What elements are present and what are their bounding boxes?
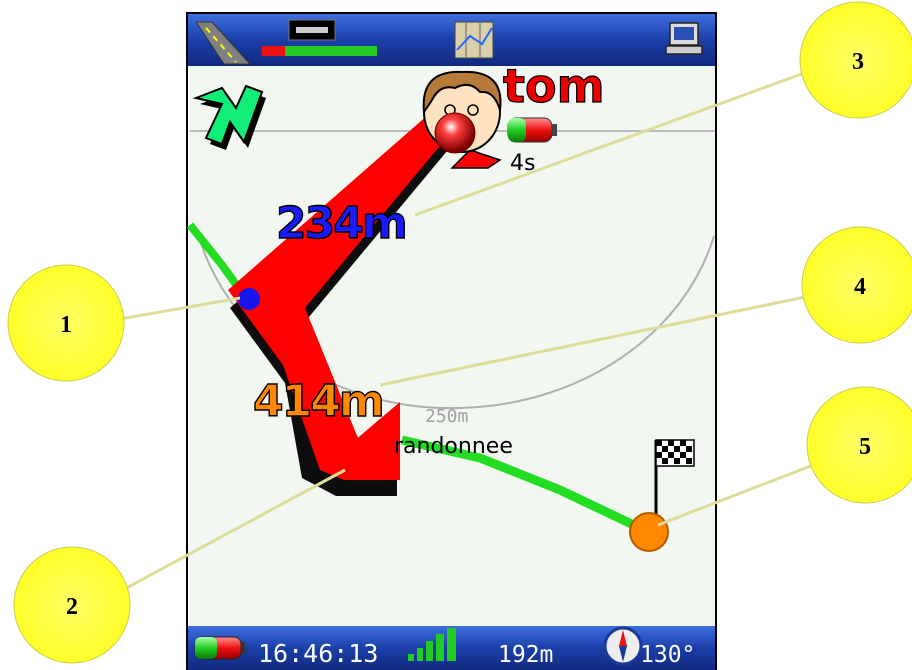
callout-3: 3	[799, 1, 912, 119]
callout-5-label: 5	[859, 434, 871, 460]
top-bar	[188, 14, 715, 66]
callout-2: 2	[13, 546, 131, 664]
callout-3-label: 3	[852, 49, 864, 75]
device-screen: tom 4s 234m 414m 250m randonnee 16:46:13…	[186, 12, 717, 670]
callout-2-label: 2	[66, 594, 78, 620]
current-position-dot	[238, 288, 260, 310]
distance-to-contact: 234m	[276, 198, 406, 249]
callout-1-label: 1	[60, 312, 72, 338]
status-bar: 16:46:13 192m 130°	[188, 626, 715, 670]
range-circle-label: 250m	[425, 406, 468, 427]
battery-icon	[194, 636, 245, 660]
callout-1: 1	[7, 264, 125, 382]
compass-icon[interactable]	[603, 626, 643, 666]
figure: tom 4s 234m 414m 250m randonnee 16:46:13…	[0, 0, 912, 670]
contact-ball	[434, 112, 476, 154]
contact-name: tom	[503, 59, 605, 113]
altitude-value: 192m	[498, 642, 553, 668]
gps-receiver-icon[interactable]	[288, 19, 336, 41]
goal-marker[interactable]	[629, 512, 669, 552]
top-bar-bg	[188, 14, 715, 66]
gps-signal-level-bar	[262, 46, 377, 56]
clock-time: 16:46:13	[258, 639, 378, 668]
map-icon[interactable]	[454, 21, 494, 59]
heading-value: 130°	[640, 642, 695, 668]
contact-battery-icon	[507, 117, 557, 143]
computer-icon[interactable]	[665, 22, 703, 55]
distance-to-goal: 414m	[253, 376, 383, 427]
track-name: randonnee	[394, 434, 513, 459]
callout-4: 4	[801, 226, 912, 344]
callout-5: 5	[806, 386, 912, 504]
figure-svg: tom 4s 234m 414m 250m randonnee 16:46:13…	[7, 1, 912, 670]
callout-4-label: 4	[854, 274, 866, 300]
